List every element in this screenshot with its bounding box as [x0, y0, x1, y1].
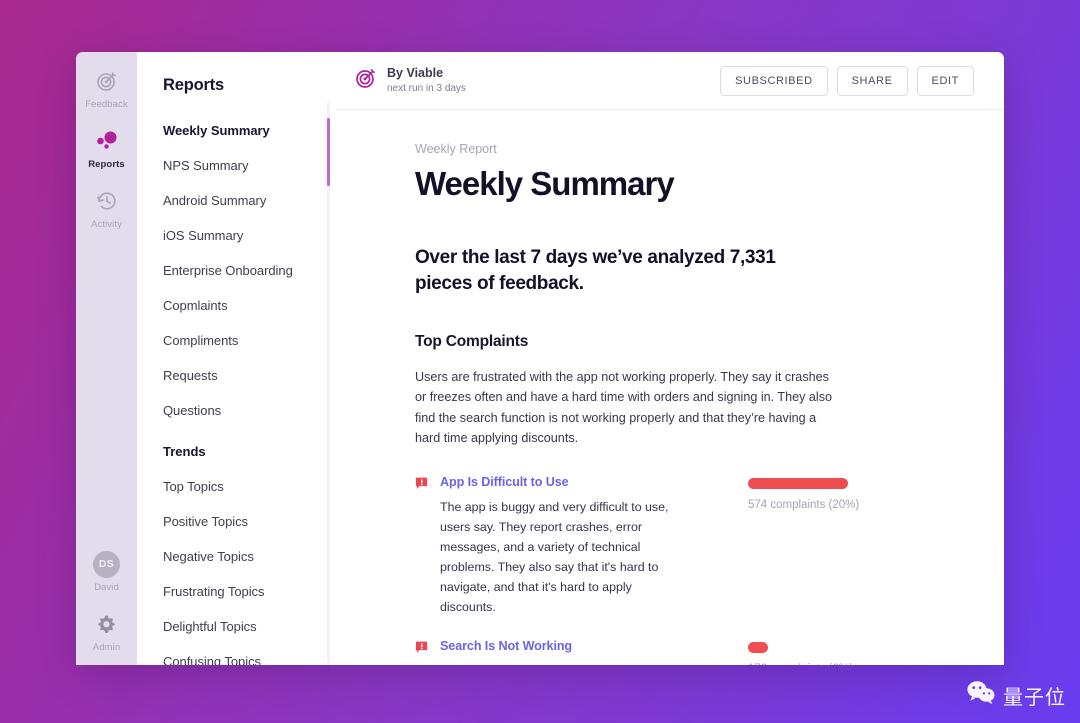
complaint-metric: 574 complaints (20%): [700, 475, 948, 618]
complaint-bar-fill: [748, 642, 768, 654]
rail-item-feedback[interactable]: Feedback: [76, 66, 137, 110]
report-area: By Viable next run in 3 days SUBSCRIBED …: [336, 52, 1004, 665]
rail-label-feedback: Feedback: [85, 99, 128, 110]
sidebar-item-confusing-topics[interactable]: Confusing Topics: [163, 654, 336, 665]
sidebar-item-top-topics[interactable]: Top Topics: [163, 479, 336, 494]
rail-label-reports: Reports: [88, 159, 125, 170]
rail-item-admin[interactable]: Admin: [76, 609, 137, 653]
watermark: 量子位: [966, 680, 1066, 711]
complaint-left: Search Is Not Working The search functio…: [415, 639, 700, 665]
share-button[interactable]: SHARE: [836, 65, 908, 96]
sidebar-item-weekly-summary[interactable]: Weekly Summary: [163, 123, 336, 138]
report-summary: Over the last 7 days we’ve analyzed 7,33…: [415, 247, 776, 295]
edit-button[interactable]: EDIT: [916, 65, 974, 96]
complaint-bar-fill: [748, 477, 848, 489]
sidebar-item-requests[interactable]: Requests: [163, 368, 336, 383]
sidebar-item-positive-topics[interactable]: Positive Topics: [163, 514, 336, 529]
gear-icon: [92, 609, 122, 639]
sidebar-item-compliments[interactable]: Compliments: [163, 333, 336, 348]
reports-sidebar: Reports Weekly Summary NPS Summary Andro…: [137, 52, 336, 665]
sidebar-item-copmlaints[interactable]: Copmlaints: [163, 298, 336, 313]
viable-target-icon: [354, 66, 378, 95]
breadcrumb: Weekly Report: [415, 142, 497, 156]
complaint-caption: 170 complaints (6%): [748, 663, 948, 665]
clock-history-icon: [92, 186, 122, 216]
complaint-heading[interactable]: Search Is Not Working: [440, 639, 680, 653]
section-title-top-complaints: Top Complaints: [415, 333, 529, 351]
report-body: Weekly Report Weekly Summary Over the la…: [336, 110, 1004, 665]
complaint-text: The search function is not working prope…: [440, 661, 680, 665]
complaint-heading[interactable]: App Is Difficult to Use: [440, 475, 680, 489]
alert-bubble-icon: [415, 641, 428, 654]
complaint-row: Search Is Not Working The search functio…: [415, 639, 934, 665]
rail-item-reports[interactable]: Reports: [76, 126, 137, 170]
complaint-metric: 170 complaints (6%): [700, 639, 948, 665]
watermark-text: 量子位: [1003, 685, 1066, 709]
bubbles-icon: [92, 126, 122, 156]
sidebar-group-trends: Trends: [163, 444, 206, 459]
brand-block: By Viable next run in 3 days: [354, 66, 466, 95]
sidebar-scrollbar-thumb[interactable]: [327, 118, 330, 186]
brand-text: By Viable next run in 3 days: [387, 66, 466, 95]
rail-bottom-group: DS David Admin: [76, 549, 137, 655]
alert-bubble-icon: [415, 477, 428, 490]
complaint-bar-track: [748, 477, 948, 489]
brand-next-run: next run in 3 days: [387, 82, 466, 94]
section-body-top-complaints: Users are frustrated with the app not wo…: [415, 370, 833, 446]
header-actions: SUBSCRIBED SHARE EDIT: [720, 65, 974, 96]
sidebar-item-nps-summary[interactable]: NPS Summary: [163, 158, 336, 173]
report-header: By Viable next run in 3 days SUBSCRIBED …: [336, 52, 1004, 110]
sidebar-item-enterprise-onboarding[interactable]: Enterprise Onboarding: [163, 263, 336, 278]
report-title: Weekly Summary: [415, 165, 675, 202]
sidebar-scrollbar[interactable]: [327, 102, 330, 665]
sidebar-item-ios-summary[interactable]: iOS Summary: [163, 228, 336, 243]
page-title: Reports: [163, 76, 224, 94]
rail-label-admin: Admin: [92, 642, 121, 653]
complaint-bar-track: [748, 642, 948, 654]
wechat-icon: [966, 680, 996, 711]
sidebar-item-frustrating-topics[interactable]: Frustrating Topics: [163, 584, 336, 599]
sidebar-item-android-summary[interactable]: Android Summary: [163, 193, 336, 208]
sidebar-item-delightful-topics[interactable]: Delightful Topics: [163, 619, 336, 634]
avatar-initials: DS: [93, 550, 120, 578]
complaint-row: App Is Difficult to Use The app is buggy…: [415, 475, 934, 618]
rail-label-user: David: [94, 582, 119, 593]
brand-name: By Viable: [387, 65, 444, 80]
icon-rail: Feedback Reports Activity DS David Admin: [76, 52, 137, 665]
rail-item-activity[interactable]: Activity: [76, 186, 137, 230]
complaint-content: App Is Difficult to Use The app is buggy…: [440, 475, 680, 618]
sidebar-item-questions[interactable]: Questions: [163, 403, 336, 418]
rail-label-activity: Activity: [91, 219, 122, 230]
target-icon: [92, 66, 122, 96]
sidebar-item-negative-topics[interactable]: Negative Topics: [163, 549, 336, 564]
complaint-content: Search Is Not Working The search functio…: [440, 639, 680, 665]
rail-item-user[interactable]: DS David: [76, 549, 137, 593]
avatar: DS: [92, 549, 122, 579]
complaint-text: The app is buggy and very difficult to u…: [440, 499, 669, 615]
complaint-left: App Is Difficult to Use The app is buggy…: [415, 475, 700, 618]
app-window: Feedback Reports Activity DS David Admin…: [76, 52, 1004, 665]
subscribed-button[interactable]: SUBSCRIBED: [720, 65, 828, 96]
complaint-caption: 574 complaints (20%): [748, 498, 860, 511]
